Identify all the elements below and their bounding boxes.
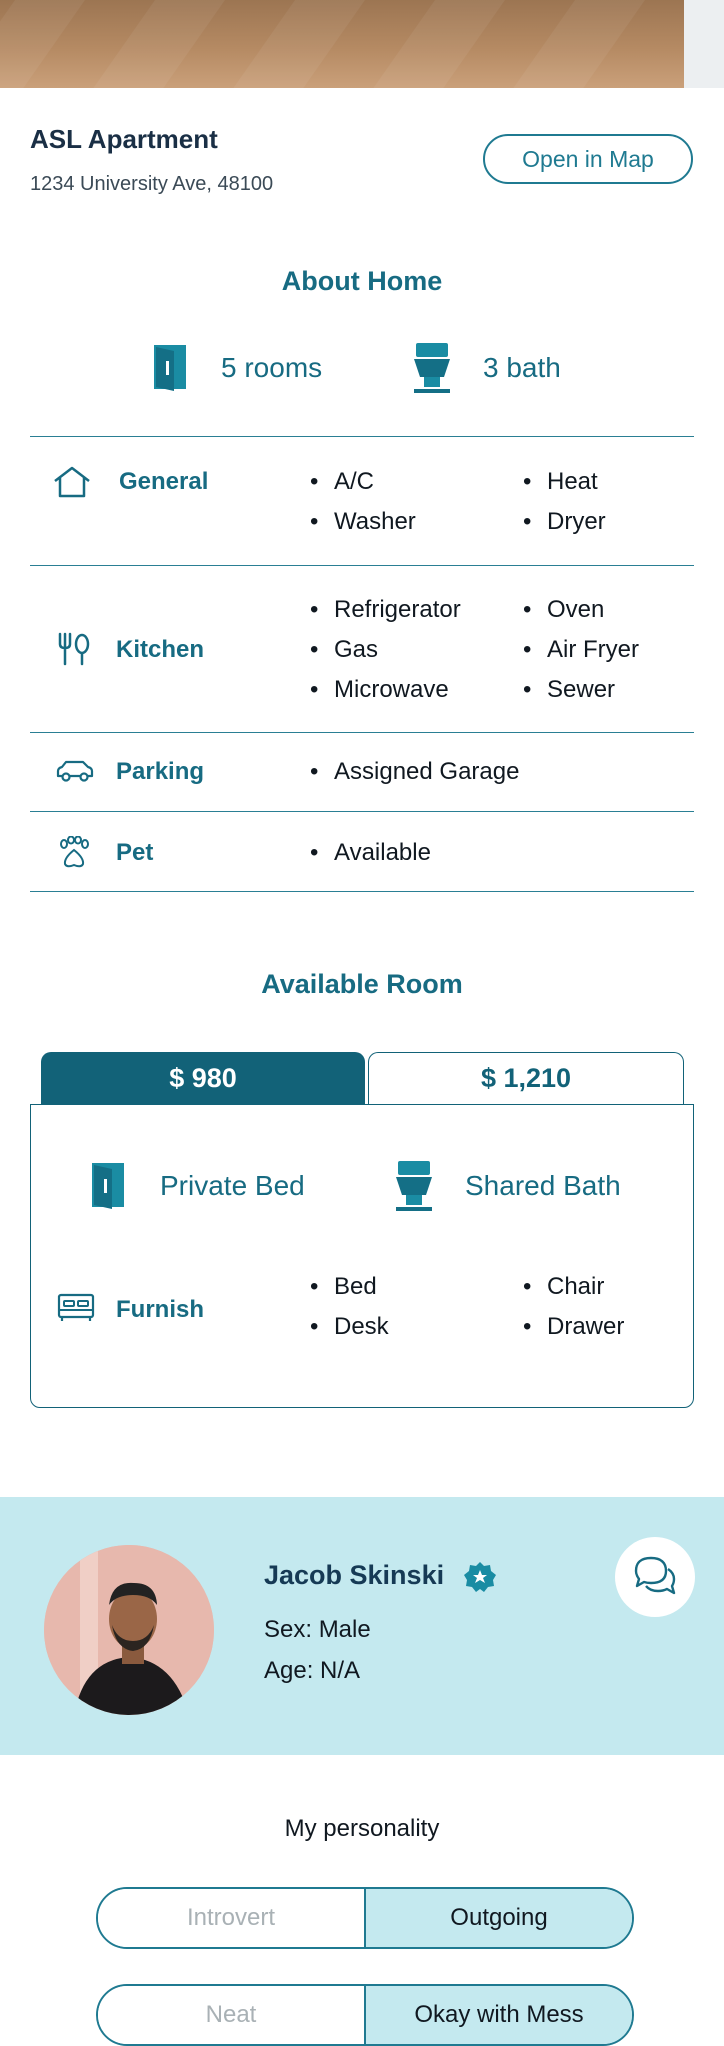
listing-photo (0, 0, 724, 88)
price-tab-980[interactable]: $ 980 (41, 1052, 365, 1104)
list-item: Heat (523, 468, 598, 496)
list-item: Assigned Garage (310, 758, 519, 786)
chat-button[interactable] (615, 1537, 695, 1617)
kitchen-label: Kitchen (116, 636, 205, 663)
available-room-title: Available Room (261, 969, 463, 999)
divider (30, 565, 694, 566)
car-icon (55, 759, 95, 788)
pet-label: Pet (116, 839, 154, 866)
list-item: Available (310, 839, 431, 867)
list-item: Drawer (523, 1313, 624, 1341)
list-item: Oven (523, 596, 604, 624)
list-item: Gas (310, 636, 378, 664)
list-item: Dryer (523, 508, 606, 536)
room-details-card (30, 1104, 694, 1408)
rooms-count: 5 rooms (221, 352, 323, 383)
private-bed-label: Private Bed (160, 1170, 305, 1201)
verified-badge-icon (463, 1560, 497, 1599)
list-item: Washer (310, 508, 416, 536)
about-home-title: About Home (281, 266, 443, 296)
toilet-icon (412, 343, 452, 400)
bed-icon (56, 1293, 96, 1328)
list-item: Chair (523, 1273, 604, 1301)
list-item: Bed (310, 1273, 377, 1301)
door-icon (90, 1161, 128, 1216)
divider (30, 811, 694, 812)
parking-label: Parking (116, 758, 205, 785)
introvert-option[interactable]: Introvert (98, 1889, 364, 1947)
owner-sex: Sex: Male (264, 1616, 371, 1643)
toilet-icon (394, 1161, 434, 1218)
open-in-map-button[interactable]: Open in Map (483, 134, 693, 184)
neat-option[interactable]: Neat (98, 1986, 364, 2044)
paw-icon (56, 835, 92, 875)
list-item: Microwave (310, 676, 449, 704)
avatar[interactable] (44, 1545, 214, 1715)
list-item: Air Fryer (523, 636, 639, 664)
listing-title: ASL Apartment (30, 124, 218, 154)
owner-name: Jacob Skinski (264, 1560, 445, 1590)
list-item: Desk (310, 1313, 389, 1341)
divider (30, 436, 694, 437)
listing-address: 1234 University Ave, 48100 (30, 173, 274, 195)
divider (30, 891, 694, 892)
utensils-icon (56, 632, 92, 671)
owner-age: Age: N/A (264, 1657, 361, 1684)
personality-toggle-tidiness[interactable]: Neat Okay with Mess (96, 1984, 634, 2046)
price-tab-1210[interactable]: $ 1,210 (368, 1052, 684, 1104)
list-item: Sewer (523, 676, 615, 704)
chat-bubbles-icon (632, 1553, 678, 1602)
house-icon (52, 465, 92, 504)
list-item: Refrigerator (310, 596, 461, 624)
bath-count: 3 bath (483, 352, 561, 383)
list-item: A/C (310, 468, 374, 496)
personality-toggle-social[interactable]: Introvert Outgoing (96, 1887, 634, 1949)
outgoing-option[interactable]: Outgoing (364, 1889, 632, 1947)
general-label: General (119, 468, 209, 495)
furnish-label: Furnish (116, 1296, 204, 1323)
shared-bath-label: Shared Bath (465, 1170, 621, 1201)
door-icon (152, 343, 190, 398)
personality-title: My personality (284, 1815, 440, 1842)
okay-with-mess-option[interactable]: Okay with Mess (364, 1986, 632, 2044)
divider (30, 732, 694, 733)
